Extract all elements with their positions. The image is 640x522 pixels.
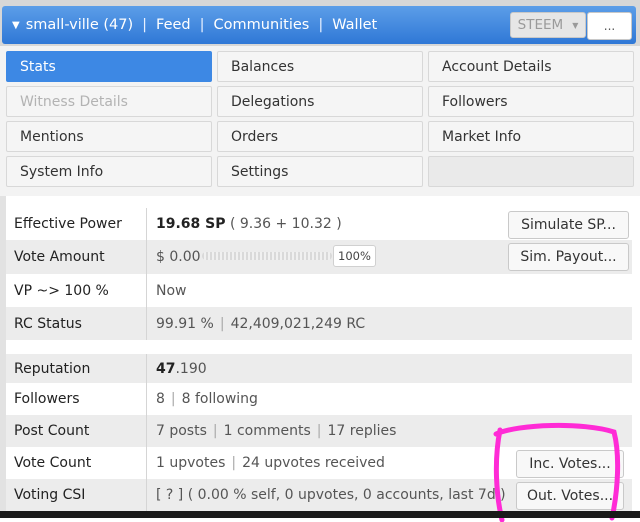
column-divider [146,274,147,307]
row-value: 19.68 SP ( 9.36 + 10.32 ) [156,216,342,232]
voting-csi-value: [ ? ] ( 0.00 % self, 0 upvotes, 0 accoun… [156,487,506,503]
row-label: VP ~> 100 % [14,282,109,299]
stats-row-rc-status: RC Status 99.91 % | 42,409,021,249 RC [6,307,632,340]
more-button[interactable]: ... [587,12,632,40]
following-count: 8 following [181,391,258,407]
rc-amount: 42,409,021,249 RC [230,315,366,332]
row-value: 7 posts | 1 comments | 17 replies [156,423,396,439]
tab-settings[interactable]: Settings [217,156,423,187]
tab-account-details[interactable]: Account Details [428,51,634,82]
tab-empty-slot [428,156,634,187]
row-label: Vote Amount [14,249,105,265]
vote-weight-percent[interactable]: 100% [333,245,376,267]
out-votes-button[interactable]: Out. Votes... [516,482,624,510]
followers-count: 8 [156,391,165,407]
inc-votes-button[interactable]: Inc. Votes... [516,450,624,478]
currency-value: STEEM [517,17,564,33]
section-gap [6,340,632,354]
value-separator: | [316,423,322,439]
row-label: Voting CSI [14,487,86,503]
upvotes-received: 24 upvotes received [242,455,385,471]
nav-separator: | [199,17,205,33]
stats-row-followers: Followers 8 | 8 following [6,383,632,415]
sim-payout-button[interactable]: Sim. Payout... [508,243,629,271]
column-divider [146,383,147,415]
value-separator: | [219,315,225,332]
row-label: Post Count [14,423,90,439]
nav-link-feed[interactable]: Feed [156,17,191,33]
upvotes-given: 1 upvotes [156,455,226,471]
tab-stats[interactable]: Stats [6,51,212,82]
nav-link-wallet[interactable]: Wallet [332,17,377,33]
tab-mentions[interactable]: Mentions [6,121,212,152]
stats-row-vp: VP ~> 100 % Now [6,274,632,307]
vote-amount-value: $ 0.00 [156,249,201,265]
column-divider [146,307,147,340]
row-value: 47.190 [156,361,207,377]
post-count-replies: 17 replies [327,423,397,439]
tab-delegations[interactable]: Delegations [217,86,423,117]
row-value: 1 upvotes | 24 upvotes received [156,455,385,471]
reputation-decimal: .190 [175,360,207,377]
column-divider [146,479,147,511]
value-separator: | [231,455,237,471]
value-separator: | [170,391,176,407]
tab-followers[interactable]: Followers [428,86,634,117]
vote-weight-slider[interactable] [202,252,332,260]
value-separator: | [212,423,218,439]
column-divider [146,208,147,240]
row-value: 99.91 % | 42,409,021,249 RC [156,316,365,332]
nav-separator: | [318,17,324,33]
column-divider [146,240,147,274]
bottom-edge-bar [0,511,640,518]
row-label: Effective Power [14,216,122,232]
column-divider [146,354,147,383]
stats-row-post-count: Post Count 7 posts | 1 comments | 17 replies [6,415,632,447]
column-divider [146,447,147,479]
tab-grid: Stats Balances Account Details Witness D… [0,46,640,196]
row-label: Followers [14,391,80,407]
stats-row-reputation: Reputation 47.190 [6,354,632,383]
tab-balances[interactable]: Balances [217,51,423,82]
tab-witness-details: Witness Details [6,86,212,117]
column-divider [146,415,147,447]
row-label: Reputation [14,360,91,377]
rc-percent: 99.91 % [156,315,214,332]
vp-value: Now [156,282,187,299]
tab-system-info[interactable]: System Info [6,156,212,187]
nav-link-communities[interactable]: Communities [214,17,310,33]
currency-select[interactable]: STEEM ▼ [510,12,586,38]
tab-market-info[interactable]: Market Info [428,121,634,152]
tab-orders[interactable]: Orders [217,121,423,152]
account-menu[interactable]: small-ville (47) [26,17,133,33]
simulate-sp-button[interactable]: Simulate SP... [508,211,629,239]
post-count-comments: 1 comments [223,423,311,439]
effective-power-breakdown: ( 9.36 + 10.32 ) [229,216,342,232]
effective-power-sp: 19.68 SP [156,216,226,232]
row-value: 8 | 8 following [156,391,258,407]
row-label: RC Status [14,315,82,332]
reputation-integer: 47 [156,360,176,377]
dropdown-arrow-icon: ▼ [572,20,579,30]
caret-down-icon[interactable]: ▼ [12,20,20,31]
nav-separator: | [142,17,148,33]
row-label: Vote Count [14,455,92,471]
post-count-posts: 7 posts [156,423,207,439]
